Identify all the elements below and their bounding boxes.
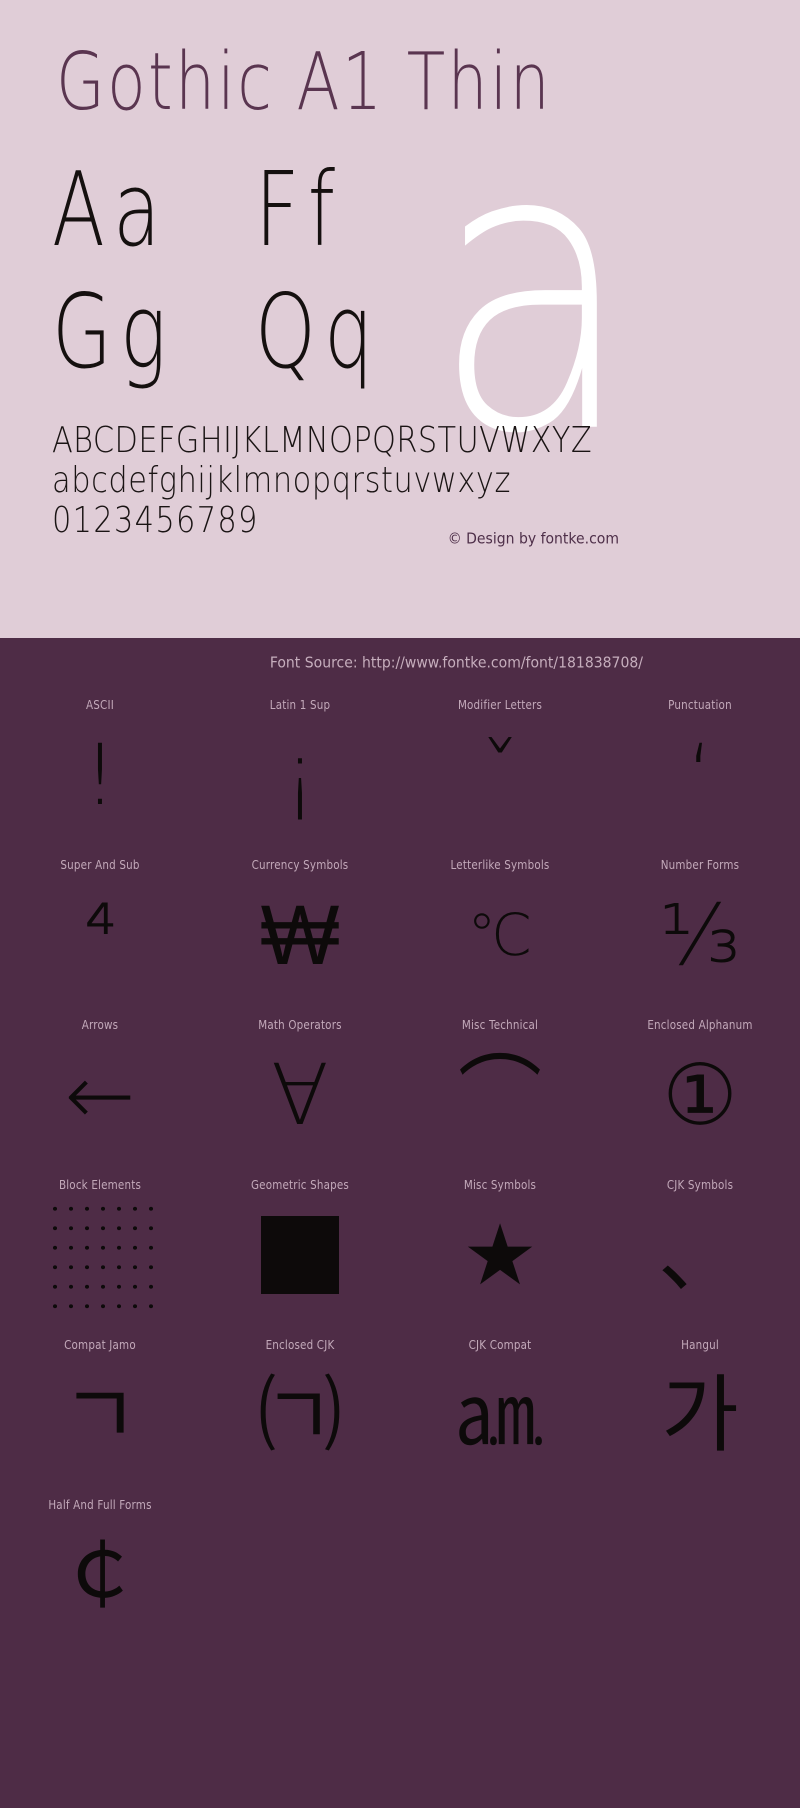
charset-digits: 0123456789 <box>52 499 259 541</box>
unicode-block-glyph: ① <box>662 1046 738 1144</box>
unicode-block-cell: Arrows ← <box>0 1000 200 1160</box>
unicode-block-cell: ASCII! <box>0 680 200 840</box>
sample-pair-gg: Gg <box>52 272 175 392</box>
specimen-top-panel: Gothic A1 Thin Aa Ff Gg Qq a ABCDEFGHIJK… <box>0 0 800 638</box>
unicode-block-cell: CJK Compat ㏂ <box>400 1320 600 1480</box>
unicode-block-glyph <box>0 1190 200 1320</box>
unicode-block-cell: CJK Symbols、 <box>600 1160 800 1320</box>
unicode-block-glyph: ㈀ <box>257 1366 342 1464</box>
unicode-block-cell: Currency Symbols ₩ <box>200 840 400 1000</box>
font-source-url: Font Source: http://www.fontke.com/font/… <box>269 655 643 672</box>
unicode-block-cell: Punctuation ‘ <box>600 680 800 840</box>
unicode-block-glyph: ㏂ <box>457 1366 542 1464</box>
unicode-block-cell: Number Forms ⅓ <box>600 840 800 1000</box>
unicode-block-cell: Compat Jamo ㄱ <box>0 1320 200 1480</box>
unicode-block-glyph: 가 <box>661 1366 739 1464</box>
unicode-block-cell: Latin 1 Sup ¡ <box>200 680 400 840</box>
unicode-block-cell: Half And Full Forms ￠ <box>0 1480 200 1640</box>
unicode-block-glyph: ∀ <box>271 1046 329 1144</box>
geometric-square-glyph <box>261 1216 339 1294</box>
unicode-block-glyph: ★ <box>462 1206 538 1304</box>
unicode-block-glyph: ⌒ <box>457 1046 542 1144</box>
unicode-block-cell: Enclosed Alphanum ① <box>600 1000 800 1160</box>
block-elements-shade-glyph <box>44 1196 156 1314</box>
copyright-notice: © Design by fontke.com <box>447 531 619 548</box>
unicode-block-cell: Misc Symbols ★ <box>400 1160 600 1320</box>
unicode-block-cell: Enclosed CJK ㈀ <box>200 1320 400 1480</box>
unicode-block-glyph: 、 <box>657 1206 742 1304</box>
sample-pair-qq: Qq <box>255 272 382 392</box>
sample-pair-ff: Ff <box>255 150 344 270</box>
unicode-block-glyph: ‘ <box>686 726 714 824</box>
unicode-block-glyph <box>200 1190 400 1320</box>
unicode-block-glyph: ˇ <box>479 726 521 824</box>
unicode-block-grid: ASCII! Latin 1 Sup ¡ Modifier Letters ˇ Punct… <box>0 680 800 1640</box>
unicode-block-cell: Modifier Letters ˇ <box>400 680 600 840</box>
unicode-block-cell: Letterlike Symbols ℃ <box>400 840 600 1000</box>
unicode-block-glyph: ⁴ <box>83 886 117 984</box>
unicode-block-cell: Block Elements <box>0 1160 200 1320</box>
unicode-block-cell: Geometric Shapes <box>200 1160 400 1320</box>
sample-pair-aa: Aa <box>52 150 169 270</box>
unicode-block-glyph: ¡ <box>283 726 317 824</box>
unicode-block-glyph: ⅓ <box>659 886 741 984</box>
unicode-block-cell: Math Operators ∀ <box>200 1000 400 1160</box>
unicode-blocks-panel: Font Source: http://www.fontke.com/font/… <box>0 638 800 1808</box>
charset-uppercase: ABCDEFGHIJKLMNOPQRSTUVWXYZ <box>52 419 593 461</box>
unicode-block-glyph: ㄱ <box>61 1366 139 1464</box>
unicode-block-glyph: ! <box>83 726 117 824</box>
unicode-block-glyph: ← <box>64 1046 136 1144</box>
unicode-block-glyph: ₩ <box>260 886 340 984</box>
charset-lowercase: abcdefghijklmnopqrstuvwxyz <box>52 459 512 501</box>
unicode-block-cell: Hangul 가 <box>600 1320 800 1480</box>
unicode-block-cell: Misc Technical ⌒ <box>400 1000 600 1160</box>
unicode-block-cell: Super And Sub ⁴ <box>0 840 200 1000</box>
unicode-block-glyph: ℃ <box>467 901 533 969</box>
unicode-block-glyph: ￠ <box>57 1526 142 1624</box>
